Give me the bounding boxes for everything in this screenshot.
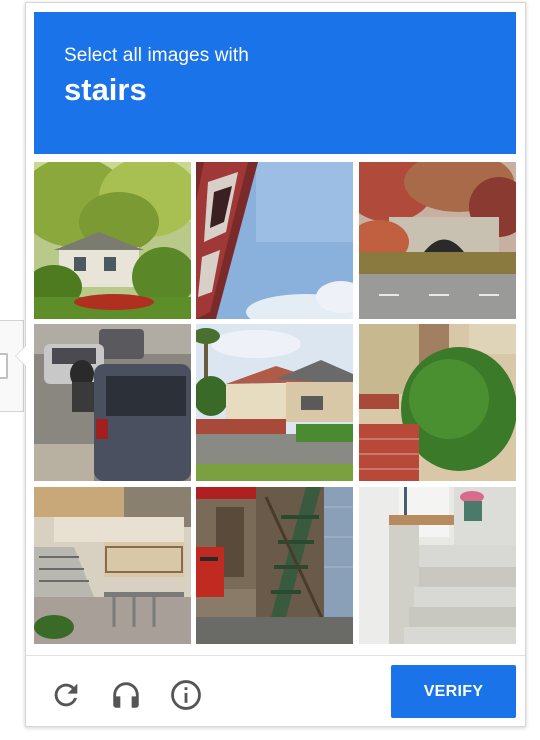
- tile-image: [196, 162, 353, 319]
- image-tile[interactable]: [34, 487, 191, 644]
- tile-image: [34, 324, 191, 481]
- checkbox[interactable]: [0, 353, 8, 379]
- image-tile[interactable]: [196, 162, 353, 319]
- reload-button[interactable]: [46, 675, 86, 715]
- info-icon: [171, 680, 201, 710]
- popup-arrow: [15, 345, 26, 367]
- tile-image: [359, 324, 516, 481]
- image-tile[interactable]: [34, 162, 191, 319]
- tile-image: [34, 162, 191, 319]
- image-tile[interactable]: [359, 162, 516, 319]
- image-tile[interactable]: [34, 324, 191, 481]
- tile-image: [34, 487, 191, 644]
- challenge-keyword: stairs: [64, 72, 147, 107]
- captcha-challenge-popup: Select all images with stairs VERIFY: [15, 2, 526, 727]
- tile-image: [359, 487, 516, 644]
- verify-button[interactable]: VERIFY: [391, 665, 516, 718]
- footer-icon-group: [46, 675, 206, 715]
- footer-divider: [26, 655, 525, 656]
- image-tile[interactable]: [196, 324, 353, 481]
- tile-image: [196, 324, 353, 481]
- image-tile[interactable]: [359, 487, 516, 644]
- tile-image: [196, 487, 353, 644]
- image-tile[interactable]: [196, 487, 353, 644]
- headphones-icon: [113, 682, 139, 708]
- image-tile[interactable]: [359, 324, 516, 481]
- image-grid: [34, 162, 516, 644]
- tile-image: [359, 162, 516, 319]
- challenge-prompt: Select all images with: [64, 45, 249, 66]
- challenge-header: Select all images with stairs: [34, 12, 516, 154]
- reload-icon: [54, 683, 78, 707]
- page: Select all images with stairs VERIFY: [0, 0, 540, 740]
- audio-challenge-button[interactable]: [106, 675, 146, 715]
- info-button[interactable]: [166, 675, 206, 715]
